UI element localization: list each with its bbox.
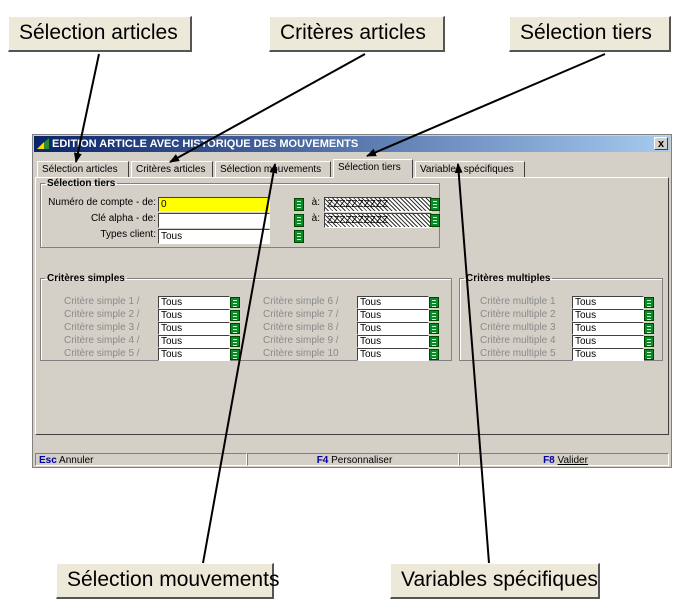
f8-key: F8 <box>543 455 555 466</box>
criteres-multiples-input[interactable]: Tous <box>572 322 644 335</box>
selection-tiers-legend: Sélection tiers <box>47 178 116 189</box>
callout-selection-articles: Sélection articles <box>8 16 192 52</box>
criteres-simples-label: Critère simple 10 <box>263 348 339 359</box>
f4-customize-button[interactable]: F4 Personnaliser <box>247 453 459 466</box>
callout-criteres-articles: Critères articles <box>269 16 445 52</box>
criteres-simples-input[interactable]: Tous <box>357 335 429 348</box>
criteres-simples-input[interactable]: Tous <box>158 335 230 348</box>
criteres-multiples-label: Critère multiple 4 <box>480 335 556 346</box>
criteres-simples-input[interactable]: Tous <box>158 322 230 335</box>
criteres-simples-input[interactable]: Tous <box>357 348 429 361</box>
alpha-to-input[interactable]: ZZZZZZZZZZ <box>324 213 432 228</box>
lookup-icon[interactable] <box>644 336 654 347</box>
criteres-simples-label: Critère simple 8 / <box>263 322 339 333</box>
callout-selection-mouvements: Sélection mouvements <box>56 563 279 599</box>
criteres-simples-input[interactable]: Tous <box>158 296 230 309</box>
account-number-label: Numéro de compte - de: <box>48 197 156 208</box>
account-to-input[interactable]: ZZZZZZZZZZ <box>324 197 432 212</box>
close-icon[interactable]: x <box>654 137 668 150</box>
window-title: EDITION ARTICLE AVEC HISTORIQUE DES MOUV… <box>52 138 359 150</box>
tab-selection-articles[interactable]: Sélection articles <box>37 161 129 177</box>
criteres-simples-input[interactable]: Tous <box>158 348 230 361</box>
account-from-input[interactable]: 0 <box>158 197 270 212</box>
client-types-input[interactable]: Tous <box>158 229 270 244</box>
client-types-label: Types client: <box>100 229 156 240</box>
criteres-simples-label: Critère simple 4 / <box>64 335 140 346</box>
lookup-icon[interactable] <box>230 323 240 334</box>
lookup-icon[interactable] <box>230 349 240 360</box>
criteres-simples-label: Critère simple 7 / <box>263 309 339 320</box>
criteres-multiples-label: Critère multiple 5 <box>480 348 556 359</box>
lookup-icon[interactable] <box>230 297 240 308</box>
lookup-icon[interactable] <box>644 297 654 308</box>
lookup-icon[interactable] <box>644 349 654 360</box>
criteres-multiples-label: Critère multiple 2 <box>480 309 556 320</box>
criteres-multiples-input[interactable]: Tous <box>572 335 644 348</box>
lookup-icon[interactable] <box>429 349 439 360</box>
criteres-simples-label: Critère simple 1 / <box>64 296 140 307</box>
title-bar: EDITION ARTICLE AVEC HISTORIQUE DES MOUV… <box>34 136 670 152</box>
tab-panel: Sélection tiers Numéro de compte - de: 0… <box>35 177 669 435</box>
app-icon <box>37 138 49 149</box>
lookup-icon[interactable] <box>429 297 439 308</box>
alpha-from-input[interactable] <box>158 213 270 228</box>
tab-selection-tiers[interactable]: Sélection tiers <box>333 159 413 178</box>
cancel-label: Annuler <box>59 455 94 466</box>
criteres-multiples-input[interactable]: Tous <box>572 296 644 309</box>
lookup-icon[interactable] <box>429 336 439 347</box>
lookup-icon[interactable] <box>430 214 440 227</box>
callout-selection-tiers: Sélection tiers <box>509 16 671 52</box>
criteres-simples-label: Critère simple 2 / <box>64 309 140 320</box>
customize-label: Personnaliser <box>331 455 393 466</box>
criteres-simples-legend: Critères simples <box>47 273 125 284</box>
criteres-simples-label: Critère simple 9 / <box>263 335 339 346</box>
criteres-multiples-legend: Critères multiples <box>466 273 551 284</box>
lookup-icon[interactable] <box>429 323 439 334</box>
f8-validate-button[interactable]: F8 Valider <box>459 453 669 466</box>
f4-key: F4 <box>316 455 329 466</box>
lookup-icon[interactable] <box>644 323 654 334</box>
criteres-simples-label: Critère simple 5 / <box>64 348 140 359</box>
criteres-simples-input[interactable]: Tous <box>357 309 429 322</box>
application-window: EDITION ARTICLE AVEC HISTORIQUE DES MOUV… <box>32 134 672 468</box>
lookup-icon[interactable] <box>294 214 304 227</box>
criteres-simples-label: Critère simple 3 / <box>64 322 140 333</box>
criteres-simples-label: Critère simple 6 / <box>263 296 339 307</box>
validate-label: Valider <box>557 455 588 466</box>
alpha-key-label: Clé alpha - de: <box>90 213 156 224</box>
criteres-simples-input[interactable]: Tous <box>158 309 230 322</box>
criteres-multiples-input[interactable]: Tous <box>572 348 644 361</box>
tab-criteres-articles[interactable]: Critères articles <box>131 161 213 177</box>
account-to-label: à: <box>311 197 320 208</box>
criteres-multiples-label: Critère multiple 3 <box>480 322 556 333</box>
status-bar: Esc Annuler F4 Personnaliser F8 Valider <box>35 453 669 467</box>
lookup-icon[interactable] <box>230 310 240 321</box>
alpha-to-label: à: <box>311 213 320 224</box>
lookup-icon[interactable] <box>429 310 439 321</box>
lookup-icon[interactable] <box>430 198 440 211</box>
lookup-icon[interactable] <box>294 198 304 211</box>
lookup-icon[interactable] <box>644 310 654 321</box>
tab-selection-mouvements[interactable]: Sélection mouvements <box>215 161 331 177</box>
criteres-multiples-input[interactable]: Tous <box>572 309 644 322</box>
esc-key: Esc <box>39 455 57 466</box>
tab-variables-specifiques[interactable]: Variables spécifiques <box>415 161 525 177</box>
callout-variables-specifiques: Variables spécifiques <box>390 563 600 599</box>
lookup-icon[interactable] <box>230 336 240 347</box>
criteres-multiples-label: Critère multiple 1 <box>480 296 556 307</box>
escape-cancel-button[interactable]: Esc Annuler <box>35 453 247 466</box>
criteres-simples-input[interactable]: Tous <box>357 322 429 335</box>
criteres-simples-input[interactable]: Tous <box>357 296 429 309</box>
lookup-icon[interactable] <box>294 230 304 243</box>
